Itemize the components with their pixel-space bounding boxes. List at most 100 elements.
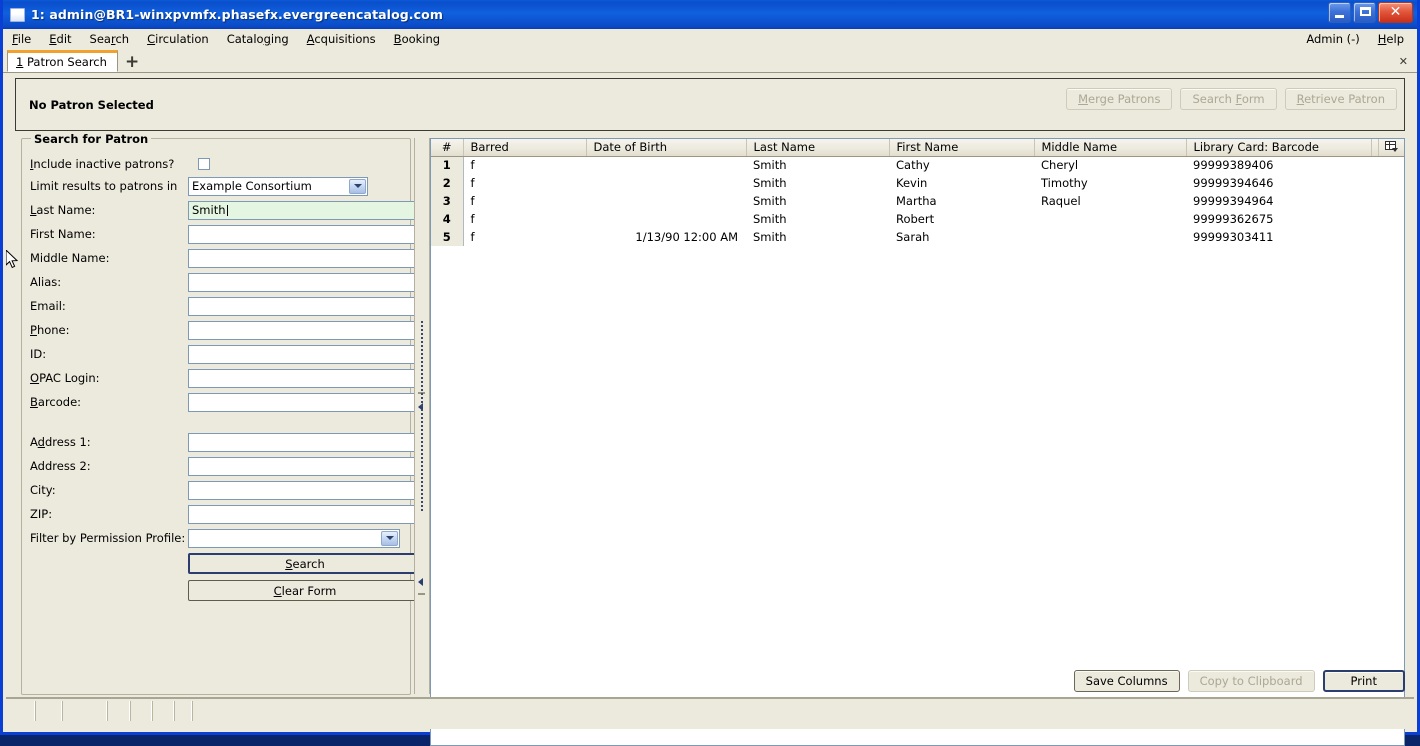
include-inactive-checkbox[interactable] (198, 158, 210, 170)
email-input[interactable] (188, 296, 423, 316)
table-row[interactable]: 3 f Smith Martha Raquel 99999394964 (431, 192, 1404, 210)
permission-profile-select[interactable] (188, 528, 400, 548)
middle-name-label: Middle Name: (30, 251, 110, 265)
cell-last-name: Smith (753, 176, 787, 190)
close-icon: ✕ (1389, 4, 1402, 20)
window-title: 1: admin@BR1-winxpvmfx.phasefx.evergreen… (31, 7, 443, 22)
zip-input[interactable] (188, 504, 423, 524)
cell-num: 4 (431, 210, 464, 228)
tab-patron-search[interactable]: 1 Patron Search (7, 50, 118, 72)
cell-barred: f (470, 212, 475, 226)
col-header-last-name[interactable]: Last Name (746, 139, 890, 157)
email-label: Email: (30, 299, 66, 313)
close-tab-icon[interactable]: ✕ (1399, 55, 1408, 68)
phone-input[interactable] (188, 320, 423, 340)
menu-admin[interactable]: Admin (-) (1297, 30, 1368, 48)
middle-name-input[interactable] (188, 248, 423, 268)
status-segment (6, 701, 35, 721)
table-row[interactable]: 5 f 1/13/90 12:00 AM Smith Sarah 9999930… (431, 228, 1404, 246)
cell-last-name: Smith (753, 158, 787, 173)
clear-form-button[interactable]: Clear Form (188, 580, 422, 601)
cell-barred: f (470, 158, 475, 173)
opac-login-input[interactable] (188, 368, 423, 388)
address-2-input[interactable] (188, 456, 423, 476)
alias-input[interactable] (188, 272, 423, 292)
menu-acquisitions[interactable]: Acquisitions (298, 30, 385, 48)
menu-file[interactable]: File (3, 30, 40, 48)
col-header-barred[interactable]: Barred (463, 139, 587, 157)
col-header-middle-name[interactable]: Middle Name (1034, 139, 1187, 157)
maximize-button[interactable] (1353, 2, 1376, 23)
barcode-input[interactable] (188, 392, 423, 412)
copy-to-clipboard-button[interactable]: Copy to Clipboard (1187, 670, 1315, 692)
pane-splitter[interactable] (414, 138, 430, 694)
minimize-button[interactable] (1328, 2, 1351, 23)
menu-cataloging[interactable]: Cataloging (218, 30, 298, 48)
cell-first-name: Kevin (896, 176, 928, 190)
cell-first-name: Martha (896, 194, 937, 208)
table-row[interactable]: 1 f Smith Cathy Cheryl 99999389406 (431, 156, 1404, 174)
zip-label: ZIP: (30, 507, 53, 521)
results-pane: # Barred Date of Birth Last Name First N… (430, 138, 1405, 746)
row-city: City: (30, 480, 423, 500)
col-header-dob[interactable]: Date of Birth (586, 139, 747, 157)
merge-patrons-button[interactable]: Merge Patrons (1066, 88, 1173, 110)
cell-middle-name: Raquel (1041, 194, 1081, 208)
phone-label: Phone: (30, 323, 70, 337)
col-header-filler (1371, 139, 1379, 157)
new-tab-button[interactable]: + (125, 54, 139, 71)
include-inactive-label: Include inactive patrons? (30, 157, 175, 171)
cell-filler (1371, 156, 1378, 174)
col-header-barcode[interactable]: Library Card: Barcode (1186, 139, 1372, 157)
results-actions: Save Columns Copy to Clipboard Print (1073, 670, 1405, 692)
row-zip: ZIP: (30, 504, 423, 524)
row-barcode: Barcode: (30, 392, 423, 412)
row-phone: Phone: (30, 320, 423, 340)
first-name-input[interactable] (188, 224, 423, 244)
col-header-first-name[interactable]: First Name (889, 139, 1035, 157)
search-form-button[interactable]: Search Form (1180, 88, 1277, 110)
window-icon (10, 7, 25, 22)
table-row[interactable]: 2 f Smith Kevin Timothy 99999394646 (431, 174, 1404, 192)
menu-edit[interactable]: Edit (40, 30, 80, 48)
row-permission-profile: Filter by Permission Profile: (30, 528, 402, 548)
cell-pick (1378, 156, 1404, 174)
menu-booking[interactable]: Booking (385, 30, 449, 48)
tab-index: 1 (16, 55, 24, 69)
menu-circulation[interactable]: Circulation (138, 30, 218, 48)
menu-search[interactable]: Search (81, 30, 139, 48)
alias-label: Alias: (30, 275, 62, 289)
splitter-collapse-right-icon[interactable] (418, 578, 423, 586)
col-header-num[interactable]: # (431, 139, 464, 157)
status-segment (152, 701, 174, 721)
row-last-name: Last Name: Smith (30, 200, 423, 220)
cell-barcode: 99999303411 (1193, 230, 1274, 244)
print-button[interactable]: Print (1322, 670, 1405, 692)
row-address-1: Address 1: (30, 432, 423, 452)
cell-last-name: Smith (753, 212, 787, 226)
menu-help[interactable]: Help (1369, 30, 1413, 48)
cell-barred: f (470, 176, 475, 190)
id-input[interactable] (188, 344, 423, 364)
menu-bar: File Edit Search Circulation Cataloging … (3, 29, 1417, 49)
first-name-label: First Name: (30, 227, 96, 241)
retrieve-patron-button[interactable]: Retrieve Patron (1284, 88, 1397, 110)
cell-middle-name (1034, 228, 1186, 246)
cell-dob (586, 156, 746, 174)
row-opac-login: OPAC Login: (30, 368, 423, 388)
cell-middle-name (1034, 210, 1186, 228)
close-button[interactable]: ✕ (1378, 2, 1413, 23)
save-columns-button[interactable]: Save Columns (1073, 670, 1180, 692)
status-segment (130, 701, 152, 721)
cell-dob (586, 192, 746, 210)
limit-results-select[interactable]: Example Consortium (188, 176, 368, 196)
cell-first-name: Sarah (896, 230, 930, 244)
search-button[interactable]: Search (188, 553, 422, 574)
patron-summary-bar: No Patron Selected Merge Patrons Search … (15, 78, 1405, 131)
city-input[interactable] (188, 480, 423, 500)
tab-strip: 1 Patron Search + ✕ (3, 49, 1417, 73)
address-1-input[interactable] (188, 432, 423, 452)
column-picker-button[interactable] (1378, 139, 1404, 157)
table-row[interactable]: 4 f Smith Robert 99999362675 (431, 210, 1404, 228)
last-name-input[interactable]: Smith (188, 200, 423, 220)
